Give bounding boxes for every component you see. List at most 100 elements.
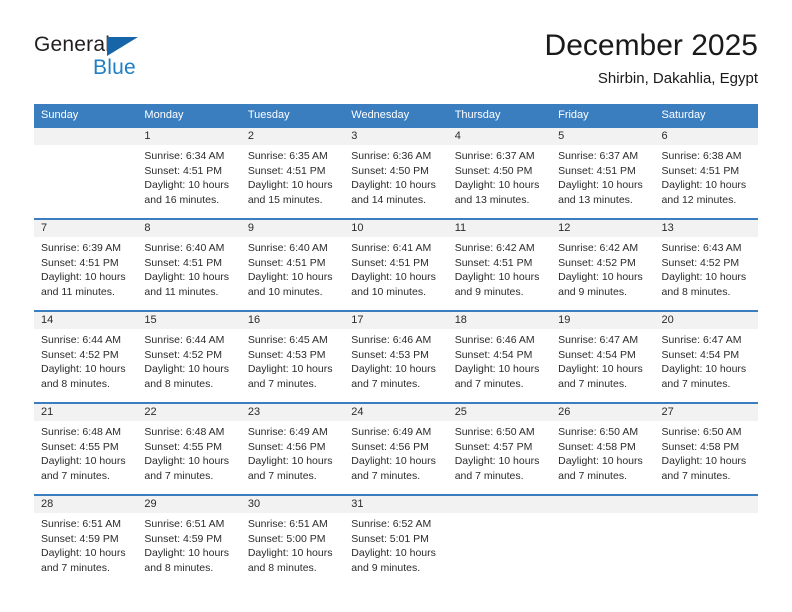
sunset-text: Sunset: 4:59 PM [41,532,119,545]
day-details: Sunrise: 6:36 AM Sunset: 4:50 PM Dayligh… [344,145,447,207]
sunset-text: Sunset: 4:54 PM [661,348,740,361]
day-cell[interactable]: 13 Sunrise: 6:43 AM Sunset: 4:52 PM Dayl… [654,218,758,311]
day-cell[interactable]: 10 Sunrise: 6:41 AM Sunset: 4:51 PM Dayl… [344,218,448,311]
day-cell[interactable]: 29 Sunrise: 6:51 AM Sunset: 4:59 PM Dayl… [137,494,241,586]
day-cell[interactable]: 5 Sunrise: 6:37 AM Sunset: 4:51 PM Dayli… [551,126,655,219]
day-details: Sunrise: 6:48 AM Sunset: 4:55 PM Dayligh… [34,421,137,483]
day-cell[interactable]: 12 Sunrise: 6:42 AM Sunset: 4:52 PM Dayl… [551,218,655,311]
sunset-text: Sunset: 4:55 PM [41,440,119,453]
day-details: Sunrise: 6:45 AM Sunset: 4:53 PM Dayligh… [241,329,344,391]
day-details: Sunrise: 6:46 AM Sunset: 4:54 PM Dayligh… [448,329,551,391]
day-cell[interactable]: 9 Sunrise: 6:40 AM Sunset: 4:51 PM Dayli… [240,218,345,311]
title-block: December 2025 Shirbin, Dakahlia, Egypt [545,28,758,88]
day-number: 14 [34,312,138,329]
day-cell[interactable] [654,494,758,586]
sunset-text: Sunset: 4:54 PM [454,348,533,361]
day-details [34,145,137,149]
daylight-text-line2: and 13 minutes. [558,193,633,206]
day-number: 16 [240,312,345,329]
day-number: 8 [137,220,241,237]
day-number: 1 [137,128,241,145]
day-details: Sunrise: 6:49 AM Sunset: 4:56 PM Dayligh… [344,421,447,483]
daylight-text-line2: and 9 minutes. [454,285,524,298]
daylight-text-line2: and 9 minutes. [558,285,627,298]
sunrise-text: Sunrise: 6:36 AM [351,150,432,162]
daylight-text-line1: Daylight: 10 hours [661,455,747,468]
daylight-text-line2: and 7 minutes. [454,469,524,482]
daylight-text-line1: Daylight: 10 hours [558,179,643,192]
daylight-text-line2: and 11 minutes. [144,285,219,298]
sunset-text: Sunset: 4:51 PM [247,164,326,177]
calendar-table: Sunday Monday Tuesday Wednesday Thursday… [34,104,758,586]
day-details: Sunrise: 6:47 AM Sunset: 4:54 PM Dayligh… [551,329,654,391]
day-number: 20 [654,312,758,329]
daylight-text-line1: Daylight: 10 hours [351,271,436,284]
day-cell[interactable]: 7 Sunrise: 6:39 AM Sunset: 4:51 PM Dayli… [34,218,138,311]
day-cell[interactable]: 27 Sunrise: 6:50 AM Sunset: 4:58 PM Dayl… [654,402,758,495]
sunrise-text: Sunrise: 6:45 AM [247,334,328,346]
daylight-text-line2: and 7 minutes. [247,469,317,482]
daylight-text-line1: Daylight: 10 hours [144,547,230,560]
day-cell[interactable]: 26 Sunrise: 6:50 AM Sunset: 4:58 PM Dayl… [551,402,655,495]
day-cell[interactable] [551,494,655,586]
day-details: Sunrise: 6:39 AM Sunset: 4:51 PM Dayligh… [34,237,137,299]
calendar-page: General Blue December 2025 Shirbin, Daka… [0,0,792,612]
sunset-text: Sunset: 4:58 PM [661,440,740,453]
daylight-text-line2: and 7 minutes. [41,561,110,574]
day-cell[interactable]: 8 Sunrise: 6:40 AM Sunset: 4:51 PM Dayli… [137,218,241,311]
day-cell[interactable]: 24 Sunrise: 6:49 AM Sunset: 4:56 PM Dayl… [344,402,448,495]
day-cell[interactable]: 16 Sunrise: 6:45 AM Sunset: 4:53 PM Dayl… [240,310,345,403]
day-details: Sunrise: 6:50 AM Sunset: 4:58 PM Dayligh… [551,421,654,483]
day-cell[interactable]: 21 Sunrise: 6:48 AM Sunset: 4:55 PM Dayl… [34,402,138,495]
day-cell[interactable]: 1 Sunrise: 6:34 AM Sunset: 4:51 PM Dayli… [137,126,241,219]
day-cell[interactable]: 4 Sunrise: 6:37 AM Sunset: 4:50 PM Dayli… [447,126,552,219]
day-cell[interactable]: 17 Sunrise: 6:46 AM Sunset: 4:53 PM Dayl… [344,310,448,403]
day-number: 15 [137,312,241,329]
day-cell[interactable]: 11 Sunrise: 6:42 AM Sunset: 4:51 PM Dayl… [447,218,552,311]
day-cell[interactable]: 2 Sunrise: 6:35 AM Sunset: 4:51 PM Dayli… [240,126,345,219]
sunset-text: Sunset: 4:53 PM [351,348,429,361]
day-cell[interactable]: 31 Sunrise: 6:52 AM Sunset: 5:01 PM Dayl… [344,494,448,586]
sunrise-text: Sunrise: 6:44 AM [144,334,225,346]
day-number: 22 [137,404,241,421]
day-cell[interactable] [34,126,138,219]
day-cell[interactable]: 20 Sunrise: 6:47 AM Sunset: 4:54 PM Dayl… [654,310,758,403]
day-details: Sunrise: 6:42 AM Sunset: 4:51 PM Dayligh… [448,237,551,299]
day-cell[interactable]: 15 Sunrise: 6:44 AM Sunset: 4:52 PM Dayl… [137,310,241,403]
day-number: 3 [344,128,448,145]
daylight-text-line2: and 15 minutes. [247,193,323,206]
day-cell[interactable]: 25 Sunrise: 6:50 AM Sunset: 4:57 PM Dayl… [447,402,552,495]
day-cell[interactable]: 22 Sunrise: 6:48 AM Sunset: 4:55 PM Dayl… [137,402,241,495]
daylight-text-line1: Daylight: 10 hours [41,271,126,284]
daylight-text-line2: and 7 minutes. [661,469,731,482]
day-details: Sunrise: 6:51 AM Sunset: 4:59 PM Dayligh… [137,513,240,575]
sunset-text: Sunset: 4:51 PM [661,164,740,177]
sunset-text: Sunset: 4:56 PM [247,440,326,453]
sunrise-text: Sunrise: 6:51 AM [41,518,121,530]
daylight-text-line1: Daylight: 10 hours [247,363,333,376]
day-cell[interactable]: 18 Sunrise: 6:46 AM Sunset: 4:54 PM Dayl… [447,310,552,403]
sunset-text: Sunset: 4:51 PM [41,256,119,269]
week-row: 28 Sunrise: 6:51 AM Sunset: 4:59 PM Dayl… [34,494,758,586]
day-number: 24 [344,404,448,421]
day-cell[interactable]: 19 Sunrise: 6:47 AM Sunset: 4:54 PM Dayl… [551,310,655,403]
day-cell[interactable]: 23 Sunrise: 6:49 AM Sunset: 4:56 PM Dayl… [240,402,345,495]
day-cell[interactable]: 3 Sunrise: 6:36 AM Sunset: 4:50 PM Dayli… [344,126,448,219]
daylight-text-line2: and 11 minutes. [41,285,115,298]
day-cell[interactable]: 6 Sunrise: 6:38 AM Sunset: 4:51 PM Dayli… [654,126,758,219]
daylight-text-line2: and 7 minutes. [661,377,731,390]
day-cell[interactable]: 28 Sunrise: 6:51 AM Sunset: 4:59 PM Dayl… [34,494,138,586]
day-number: 11 [447,220,552,237]
day-cell[interactable]: 30 Sunrise: 6:51 AM Sunset: 5:00 PM Dayl… [240,494,345,586]
day-cell[interactable] [447,494,552,586]
daylight-text-line2: and 7 minutes. [351,469,421,482]
day-details: Sunrise: 6:49 AM Sunset: 4:56 PM Dayligh… [241,421,344,483]
daylight-text-line2: and 9 minutes. [351,561,421,574]
weekday-header-friday: Friday [551,104,655,127]
daylight-text-line1: Daylight: 10 hours [351,455,436,468]
day-cell[interactable]: 14 Sunrise: 6:44 AM Sunset: 4:52 PM Dayl… [34,310,138,403]
sunrise-text: Sunrise: 6:42 AM [558,242,639,254]
day-number: 23 [240,404,345,421]
weekday-header-saturday: Saturday [654,104,758,127]
weekday-header-tuesday: Tuesday [240,104,345,127]
